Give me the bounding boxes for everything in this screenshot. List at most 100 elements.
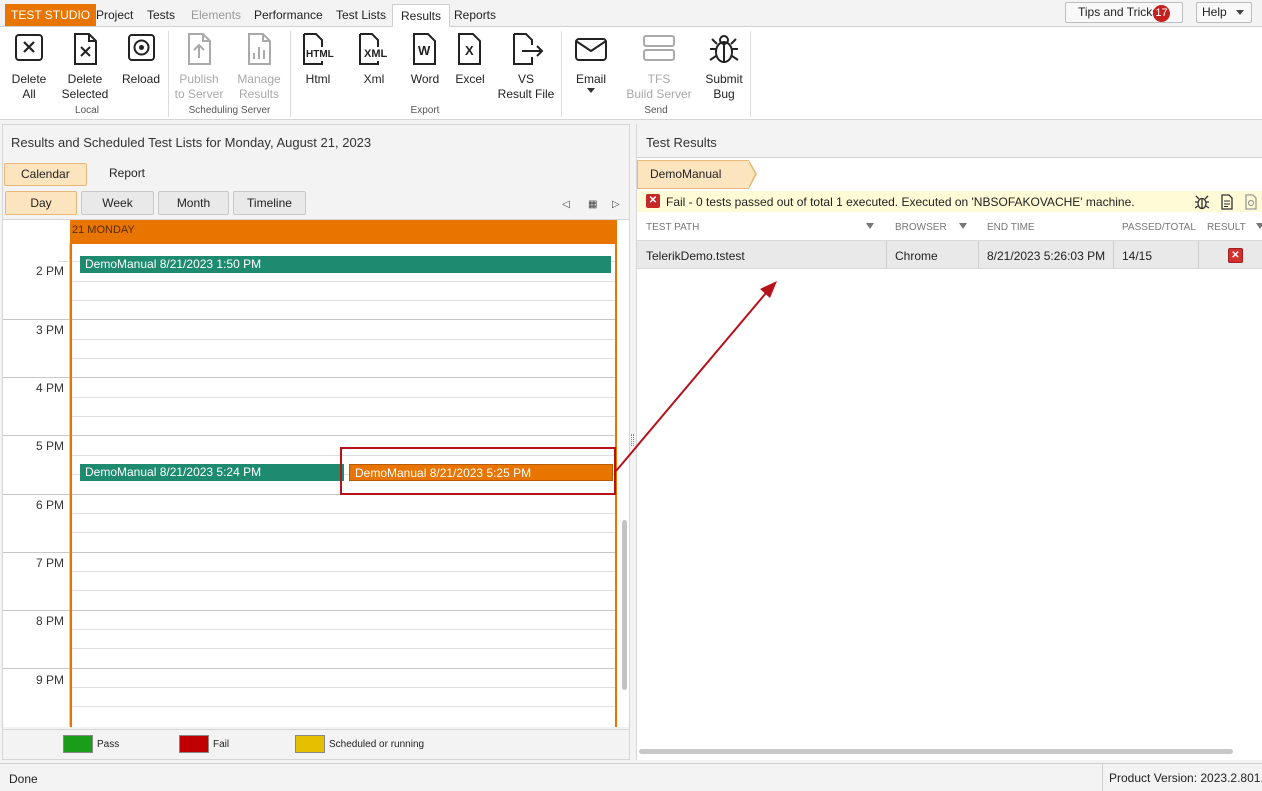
test-results-header: Test Results bbox=[637, 124, 1262, 158]
tab-test-lists[interactable]: Test Lists bbox=[328, 4, 394, 27]
slot-gridline bbox=[72, 416, 615, 417]
help-dropdown[interactable]: Help bbox=[1196, 2, 1252, 23]
column-header-end-time[interactable]: END TIME bbox=[987, 222, 1035, 233]
publish-icon bbox=[188, 33, 211, 65]
submit-label-1: Submit bbox=[705, 72, 743, 86]
ribbon-separator bbox=[561, 31, 562, 117]
legend-fail-swatch bbox=[179, 735, 209, 753]
menu-bar: TEST STUDIO Project Tests Elements Perfo… bbox=[0, 0, 1262, 28]
svg-text:HTML: HTML bbox=[306, 49, 334, 60]
ribbon: Delete All Delete Selected Reload Local bbox=[0, 27, 1262, 120]
document-icon[interactable] bbox=[1218, 193, 1236, 211]
appointment-pass[interactable]: DemoManual 8/21/2023 1:50 PM bbox=[80, 256, 611, 273]
tab-reports[interactable]: Reports bbox=[446, 4, 504, 27]
slot-gridline bbox=[72, 435, 615, 436]
delete-selected-button[interactable]: Delete Selected bbox=[61, 31, 109, 106]
panel-splitter[interactable] bbox=[631, 434, 634, 446]
submit-label-2: Bug bbox=[713, 87, 735, 101]
filter-icon[interactable] bbox=[959, 223, 967, 229]
cell-browser: Chrome bbox=[895, 249, 938, 263]
tab-report[interactable]: Report bbox=[93, 163, 161, 186]
html-file-icon: HTML bbox=[303, 33, 334, 65]
time-gridline bbox=[58, 261, 70, 262]
column-header-browser[interactable]: BROWSER bbox=[895, 222, 947, 233]
export-word-button[interactable]: W Word bbox=[404, 31, 446, 106]
excel-file-icon: X bbox=[458, 33, 481, 65]
slot-gridline bbox=[72, 358, 615, 359]
time-gridline bbox=[3, 552, 70, 553]
view-month-button[interactable]: Month bbox=[158, 191, 229, 215]
delete-all-label-2: All bbox=[22, 87, 36, 101]
calendar-panel: Results and Scheduled Test Lists for Mon… bbox=[2, 124, 630, 760]
tab-results[interactable]: Results bbox=[392, 4, 451, 28]
test-studio-brand-button[interactable]: TEST STUDIO bbox=[5, 4, 97, 26]
slot-gridline bbox=[72, 552, 615, 553]
appointment-pass[interactable]: DemoManual 8/21/2023 5:24 PM bbox=[80, 464, 344, 481]
view-week-button[interactable]: Week bbox=[81, 191, 154, 215]
time-gridline bbox=[3, 494, 70, 495]
results-horizontal-scrollbar[interactable] bbox=[639, 749, 1233, 754]
next-icon[interactable]: ▷ bbox=[612, 199, 620, 210]
publish-label-2: to Server bbox=[174, 87, 224, 101]
bug-icon[interactable] bbox=[1193, 193, 1211, 211]
hour-label: 2 PM bbox=[35, 264, 64, 278]
tab-performance[interactable]: Performance bbox=[246, 4, 331, 27]
reload-label: Reload bbox=[121, 72, 161, 86]
submit-bug-button[interactable]: Submit Bug bbox=[702, 31, 746, 106]
breadcrumb[interactable]: DemoManual Tests bbox=[637, 160, 757, 208]
delete-all-button[interactable]: Delete All bbox=[8, 31, 50, 106]
tfs-build-server-button[interactable]: TFS Build Server bbox=[626, 31, 692, 106]
today-icon[interactable]: ▦ bbox=[588, 199, 597, 210]
reload-icon bbox=[128, 34, 155, 61]
tab-tests[interactable]: Tests bbox=[139, 4, 183, 27]
tab-project[interactable]: Project bbox=[88, 4, 141, 27]
table-row[interactable]: TelerikDemo.tstest Chrome 8/21/2023 5:26… bbox=[637, 240, 1262, 269]
manage-results-icon bbox=[248, 33, 271, 65]
email-dropdown-button[interactable]: Email bbox=[568, 31, 614, 106]
export-vs-result-button[interactable]: VS Result File bbox=[496, 31, 556, 106]
slot-gridline bbox=[72, 281, 615, 282]
breadcrumb-item[interactable]: DemoManual Tests bbox=[637, 160, 749, 208]
export-html-button[interactable]: HTML Html bbox=[296, 31, 340, 106]
xml-label: Xml bbox=[363, 72, 385, 86]
delete-all-icon bbox=[15, 34, 43, 61]
delete-selected-label-1: Delete bbox=[67, 72, 103, 86]
manage-results-button[interactable]: Manage Results bbox=[234, 31, 284, 106]
filter-icon[interactable] bbox=[1256, 223, 1262, 229]
export-xml-button[interactable]: XML Xml bbox=[352, 31, 396, 106]
tips-and-tricks-button[interactable]: Tips and Tricks 17 bbox=[1065, 2, 1183, 23]
slot-gridline bbox=[72, 339, 615, 340]
legend-pass-swatch bbox=[63, 735, 93, 753]
calendar-scrollbar[interactable] bbox=[622, 520, 627, 690]
column-header-passed-total[interactable]: PASSED/TOTAL bbox=[1122, 222, 1196, 233]
chevron-down-icon bbox=[1236, 10, 1244, 15]
word-label: Word bbox=[410, 72, 440, 86]
result-status-text: Fail - 0 tests passed out of total 1 exe… bbox=[666, 195, 1135, 209]
column-divider bbox=[1198, 241, 1199, 268]
export-excel-button[interactable]: X Excel bbox=[449, 31, 491, 106]
word-file-icon: W bbox=[413, 33, 436, 65]
slot-gridline bbox=[72, 319, 615, 320]
filter-icon[interactable] bbox=[866, 223, 874, 229]
reload-button[interactable]: Reload bbox=[120, 31, 162, 106]
test-results-title: Test Results bbox=[646, 135, 717, 150]
excel-label: Excel bbox=[455, 72, 485, 86]
view-timeline-button[interactable]: Timeline bbox=[233, 191, 306, 215]
view-day-button[interactable]: Day bbox=[5, 191, 77, 215]
tab-calendar[interactable]: Calendar bbox=[4, 163, 87, 186]
column-divider bbox=[886, 241, 887, 268]
test-studio-window: TEST STUDIO Project Tests Elements Perfo… bbox=[0, 0, 1262, 791]
publish-to-server-button[interactable]: Publish to Server bbox=[174, 31, 224, 106]
tips-and-tricks-label: Tips and Tricks bbox=[1078, 5, 1159, 19]
fail-result-icon[interactable]: ✕ bbox=[1228, 248, 1243, 263]
html-label: Html bbox=[305, 72, 331, 86]
export-document-icon[interactable] bbox=[1242, 193, 1260, 211]
tips-count-badge: 17 bbox=[1153, 5, 1170, 22]
column-header-result[interactable]: RESULT bbox=[1207, 222, 1246, 233]
tab-elements[interactable]: Elements bbox=[183, 4, 249, 27]
slot-gridline bbox=[72, 629, 615, 630]
vs-label-1: VS bbox=[517, 72, 534, 86]
previous-icon[interactable]: ◁ bbox=[562, 199, 570, 210]
slot-gridline bbox=[72, 648, 615, 649]
column-header-test-path[interactable]: TEST PATH bbox=[646, 222, 699, 233]
